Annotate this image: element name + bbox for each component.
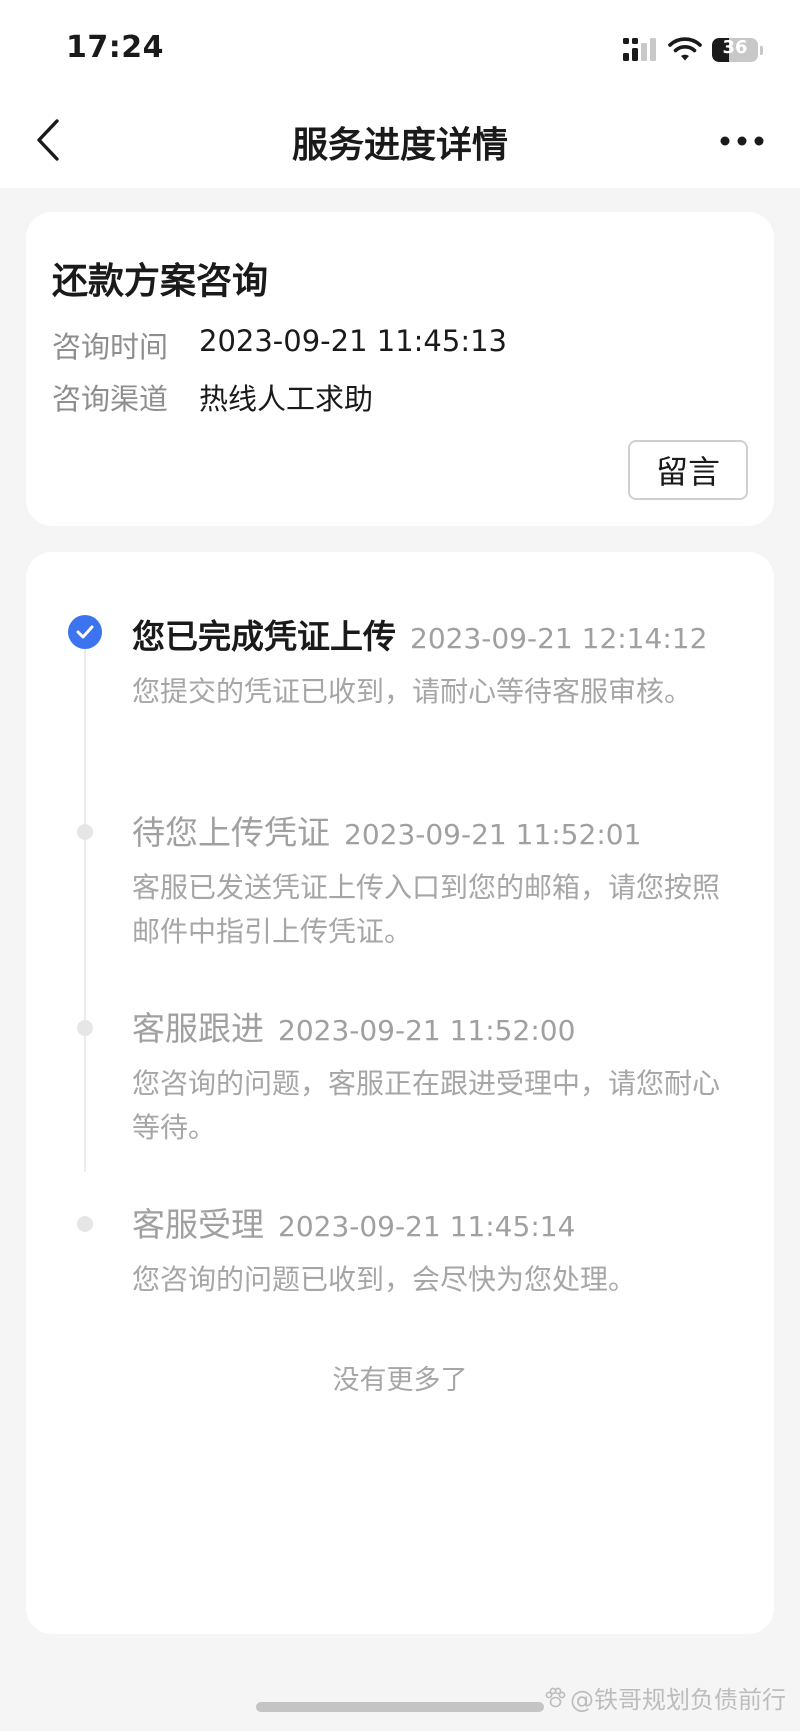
- timeline-time: 2023-09-21 11:52:01: [344, 818, 642, 851]
- battery-level: 36: [722, 37, 748, 58]
- timeline-title: 客服跟进: [132, 1009, 264, 1048]
- watermark-text: @铁哥规划负债前行: [570, 1686, 786, 1714]
- status-time: 17:24: [66, 30, 164, 65]
- wifi-icon: [668, 37, 702, 61]
- timeline-time: 2023-09-21 11:45:14: [278, 1210, 576, 1243]
- timeline-item: 待您上传凭证 2023-09-21 11:52:01 客服已发送凭证上传入口到您…: [132, 806, 752, 954]
- timeline-item: 客服跟进 2023-09-21 11:52:00 您咨询的问题，客服正在跟进受理…: [132, 1002, 752, 1150]
- home-indicator[interactable]: [256, 1702, 544, 1712]
- signal-icon: [623, 38, 656, 61]
- consult-channel-label: 咨询渠道: [52, 382, 169, 416]
- more-button[interactable]: [714, 116, 770, 166]
- consult-time-value: 2023-09-21 11:45:13: [199, 324, 507, 358]
- timeline-title: 您已完成凭证上传: [132, 617, 396, 656]
- timeline-description: 您咨询的问题，客服正在跟进受理中，请您耐心等待。: [132, 1067, 721, 1144]
- top-bar: 17:24 36 服务进度详情: [0, 0, 800, 188]
- leave-message-button[interactable]: 留言: [628, 440, 748, 500]
- timeline-time: 2023-09-21 11:52:00: [278, 1014, 576, 1047]
- timeline-description: 您咨询的问题已收到，会尽快为您处理。: [132, 1263, 637, 1296]
- consultation-summary-card: 还款方案咨询 咨询时间 2023-09-21 11:45:13 咨询渠道 热线人…: [26, 212, 774, 526]
- watermark: @铁哥规划负债前行: [544, 1680, 786, 1715]
- completed-check-icon: [68, 615, 102, 649]
- timeline-item: 客服受理 2023-09-21 11:45:14 您咨询的问题已收到，会尽快为您…: [132, 1198, 752, 1302]
- timeline-dot: [77, 1020, 93, 1036]
- progress-timeline-card: 您已完成凭证上传 2023-09-21 12:14:12 您提交的凭证已收到，请…: [26, 552, 774, 1634]
- status-icons: 36: [622, 34, 764, 64]
- page-title: 服务进度详情: [291, 125, 508, 166]
- consult-channel-row: 咨询渠道 热线人工求助: [52, 376, 373, 418]
- more-horizontal-icon: [720, 136, 764, 146]
- timeline-time: 2023-09-21 12:14:12: [410, 622, 708, 655]
- no-more-label: 没有更多了: [332, 1365, 468, 1396]
- timeline-dot: [77, 1216, 93, 1232]
- timeline-item: 您已完成凭证上传 2023-09-21 12:14:12 您提交的凭证已收到，请…: [132, 610, 752, 714]
- timeline-description: 您提交的凭证已收到，请耐心等待客服审核。: [132, 675, 693, 708]
- consultation-title: 还款方案咨询: [52, 261, 269, 302]
- timeline-dot: [77, 824, 93, 840]
- timeline-line: [84, 632, 86, 1172]
- timeline-title: 客服受理: [132, 1205, 264, 1244]
- consult-time-label: 咨询时间: [52, 330, 169, 364]
- consult-time-row: 咨询时间 2023-09-21 11:45:13: [52, 324, 507, 366]
- timeline-description: 客服已发送凭证上传入口到您的邮箱，请您按照邮件中指引上传凭证。: [132, 871, 721, 948]
- battery-icon: 36: [712, 36, 764, 62]
- timeline-title: 待您上传凭证: [132, 813, 330, 852]
- paw-icon: [545, 1687, 566, 1707]
- consult-channel-value: 热线人工求助: [199, 382, 374, 416]
